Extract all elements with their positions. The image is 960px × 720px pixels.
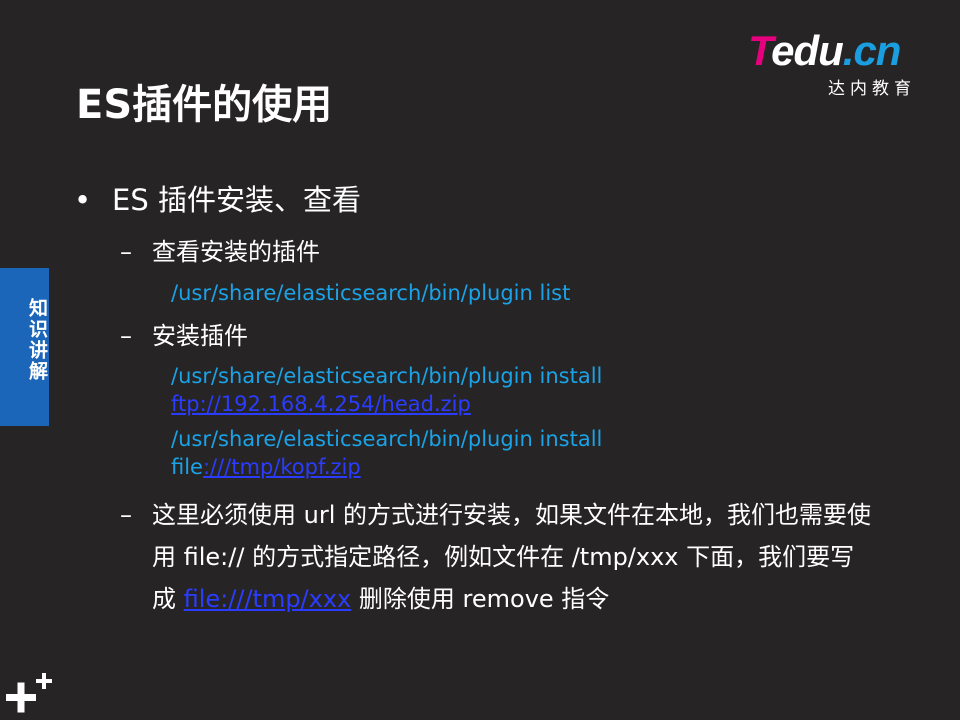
- sub-item-install-plugins: 安装插件: [152, 322, 248, 350]
- command-list: /usr/share/elasticsearch/bin/plugin list: [171, 281, 571, 305]
- file-prefix: file: [171, 455, 203, 479]
- bullet-dot: •: [74, 183, 92, 217]
- kopf-zip-link[interactable]: :///tmp/kopf.zip: [203, 455, 361, 479]
- command-install-kopf-line2: file:///tmp/kopf.zip: [171, 453, 361, 481]
- command-install-head-line1: /usr/share/elasticsearch/bin/plugin inst…: [171, 364, 603, 388]
- command-install-kopf-line1: /usr/share/elasticsearch/bin/plugin inst…: [171, 427, 603, 451]
- file-tmp-xxx-link[interactable]: file:///tmp/xxx: [184, 585, 352, 613]
- bullet-text: ES 插件安装、查看: [112, 183, 361, 217]
- head-zip-link[interactable]: ftp://192.168.4.254/head.zip: [171, 392, 471, 416]
- dash-marker: –: [120, 322, 132, 350]
- plus-plus-icon: [6, 673, 52, 713]
- dash-marker: –: [120, 501, 132, 529]
- note-paragraph: 这里必须使用 url 的方式进行安装，如果文件在本地，我们也需要使用 file:…: [152, 494, 872, 620]
- command-install-head-line2: ftp://192.168.4.254/head.zip: [171, 390, 471, 418]
- sub-item-view-plugins: 查看安装的插件: [152, 238, 320, 266]
- note-text-2: 删除使用 remove 指令: [351, 585, 610, 613]
- slide: ES插件的使用 Tedu.cn 达内教育 知识讲解 • ES 插件安装、查看 –…: [0, 0, 960, 720]
- dash-marker: –: [120, 238, 132, 266]
- slide-content: • ES 插件安装、查看 – 查看安装的插件 /usr/share/elasti…: [0, 0, 960, 720]
